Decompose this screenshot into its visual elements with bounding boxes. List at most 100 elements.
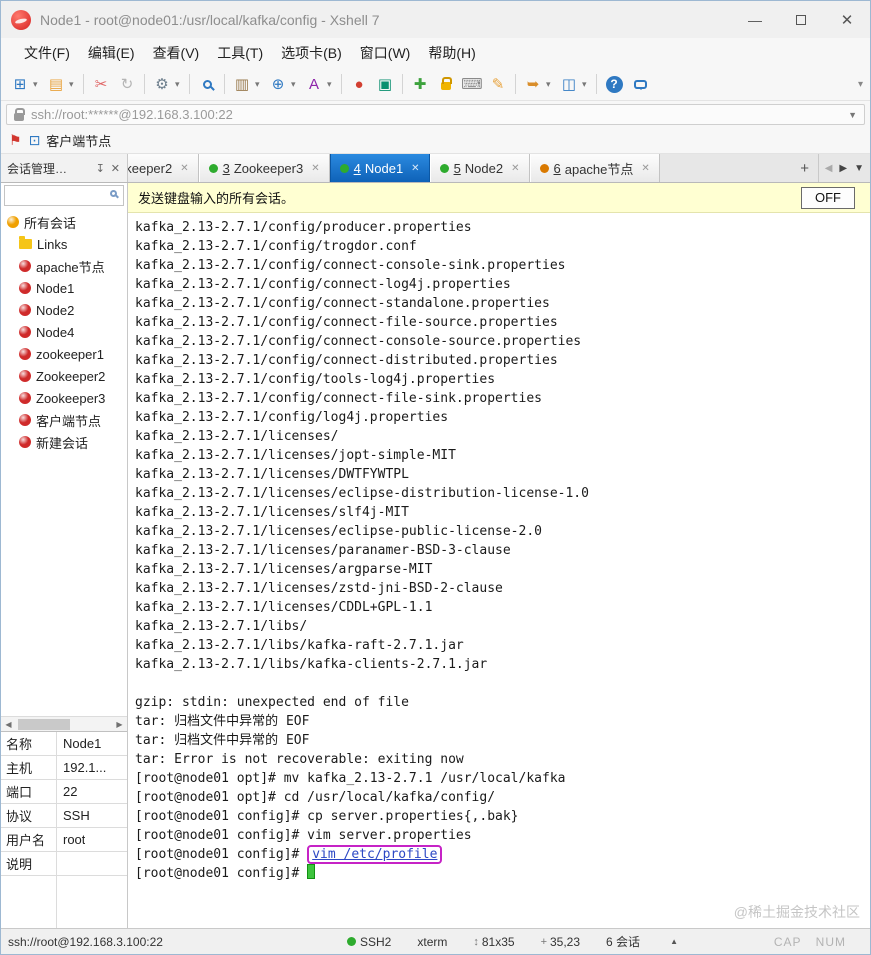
find-icon[interactable] [195, 72, 219, 96]
toolbar-overflow-icon[interactable]: ▾ [858, 79, 870, 90]
tab-apache节点[interactable]: 6 apache节点 ✕ [529, 154, 660, 182]
feedback-icon [633, 79, 647, 90]
property-row: 主机 192.1... [1, 756, 127, 780]
terminal-line: kafka_2.13-2.7.1/licenses/CDDL+GPL-1.1 [135, 600, 433, 615]
dropdown-arrow-icon[interactable]: ▾ [255, 79, 264, 90]
tab-close-icon[interactable]: ✕ [311, 163, 319, 174]
session-tree-item[interactable]: Node4 [1, 321, 127, 343]
dropdown-arrow-icon[interactable]: ▾ [291, 79, 300, 90]
menu-item[interactable]: 帮助(H) [419, 38, 484, 68]
launch-session-icon[interactable]: ⊡ [29, 132, 41, 149]
panel-close-icon[interactable]: ✕ [108, 162, 123, 175]
tab-okeeper2[interactable]: okeeper2 ✕ [128, 154, 199, 182]
disconnect-icon[interactable]: ✂ [89, 72, 113, 96]
edit-icon[interactable]: ✎ [486, 72, 510, 96]
font-icon[interactable]: A [302, 72, 326, 96]
tab-scroll-left-icon[interactable]: ◀ [825, 163, 833, 174]
scroll-left-icon[interactable]: ◀ [1, 720, 16, 729]
keyboard-icon[interactable]: ⌨ [460, 72, 484, 96]
session-tree-item[interactable]: Zookeeper2 [1, 365, 127, 387]
bookmark-item[interactable]: 客户端节点 [46, 131, 111, 150]
terminal-line: kafka_2.13-2.7.1/config/connect-log4j.pr… [135, 277, 511, 292]
horizontal-scrollbar[interactable]: ◀ ▶ [1, 716, 127, 731]
session-tree-item[interactable]: apache节点 [1, 255, 127, 277]
session-tree-item[interactable]: Node2 [1, 299, 127, 321]
open-folder-icon[interactable]: ▤ [44, 72, 68, 96]
status-terminal-type[interactable]: xterm [417, 935, 447, 949]
menu-item[interactable]: 文件(F) [15, 38, 79, 68]
maximize-button[interactable] [778, 1, 824, 38]
menu-item[interactable]: 编辑(E) [79, 38, 144, 68]
address-dropdown-icon[interactable]: ▼ [848, 110, 857, 120]
session-status-icon [539, 163, 549, 173]
broadcast-off-button[interactable]: OFF [801, 186, 855, 209]
dropdown-arrow-icon[interactable]: ▾ [546, 79, 555, 90]
session-tree-label: 新建会话 [36, 435, 89, 451]
scrollbar-thumb[interactable] [18, 718, 70, 730]
tab-close-icon[interactable]: ✕ [641, 163, 649, 174]
toolbar-separator [189, 74, 190, 94]
feedback-icon[interactable] [628, 72, 652, 96]
dropdown-arrow-icon[interactable]: ▾ [33, 79, 42, 90]
session-tree-label: 客户端节点 [36, 413, 102, 429]
tab-close-icon[interactable]: ✕ [180, 163, 188, 174]
transfer-icon[interactable]: ➥ [521, 72, 545, 96]
status-encryption[interactable]: SSH2 [360, 935, 391, 949]
tab-list-icon[interactable]: ▼ [854, 163, 864, 174]
dropdown-arrow-icon[interactable]: ▾ [327, 79, 336, 90]
tab-close-icon[interactable]: ✕ [511, 163, 519, 174]
tab-Node1[interactable]: 4 Node1 ✕ [329, 154, 430, 182]
dropdown-arrow-icon[interactable]: ▾ [175, 79, 184, 90]
search-icon[interactable] [110, 190, 117, 197]
terminal-output[interactable]: kafka_2.13-2.7.1/config/producer.propert… [128, 213, 870, 928]
terminal-line: [root@node01 opt]# cd /usr/local/kafka/c… [135, 790, 496, 805]
property-value: 22 [63, 784, 78, 799]
search-input[interactable] [4, 185, 124, 206]
tab-label: apache节点 [564, 161, 634, 177]
layout-icon[interactable]: ◫ [557, 72, 581, 96]
minimize-button[interactable]: — [732, 1, 778, 38]
dropdown-arrow-icon[interactable]: ▾ [582, 79, 591, 90]
menu-item[interactable]: 选项卡(B) [272, 38, 351, 68]
tab-Node2[interactable]: 5 Node2 ✕ [429, 154, 530, 182]
scroll-right-icon[interactable]: ▶ [112, 720, 127, 729]
session-tree-item[interactable]: 新建会话 [1, 431, 127, 453]
menu-item[interactable]: 查看(V) [144, 38, 209, 68]
reconnect-icon[interactable]: ↻ [115, 72, 139, 96]
tab-Zookeeper3[interactable]: 3 Zookeeper3 ✕ [198, 154, 330, 182]
dropdown-arrow-icon[interactable]: ▾ [69, 79, 78, 90]
tab-scroll-right-icon[interactable]: ▶ [839, 163, 847, 174]
address-bar[interactable]: ssh://root:******@192.168.3.100:22 ▼ [6, 104, 865, 125]
terminal-pane: 发送键盘输入的所有会话。 OFF kafka_2.13-2.7.1/config… [128, 183, 870, 928]
new-session-icon[interactable]: ⊞ [8, 72, 32, 96]
proxy-icon[interactable]: ⊕ [266, 72, 290, 96]
bookmark-flag-icon[interactable]: ⚑ [9, 132, 22, 149]
session-icon [19, 282, 31, 294]
menu-item[interactable]: 窗口(W) [351, 38, 420, 68]
property-row: 端口 22 [1, 780, 127, 804]
xftp-icon[interactable]: ▣ [373, 72, 397, 96]
compose-bar-icon[interactable]: ▥ [230, 72, 254, 96]
close-button[interactable]: ✕ [824, 1, 870, 38]
terminal-line: kafka_2.13-2.7.1/libs/kafka-raft-2.7.1.j… [135, 638, 464, 653]
session-properties-icon[interactable]: ⚙ [150, 72, 174, 96]
menu-item[interactable]: 工具(T) [208, 38, 272, 68]
session-list-toggle-icon[interactable]: ▲ [666, 934, 682, 950]
session-tree-label: Zookeeper2 [36, 368, 106, 384]
status-session-count[interactable]: 6 会话 [606, 933, 640, 950]
help-icon[interactable]: ? [602, 72, 626, 96]
session-tree-item[interactable]: Links [1, 233, 127, 255]
session-tree-item[interactable]: 客户端节点 [1, 409, 127, 431]
session-tree-item[interactable]: Zookeeper3 [1, 387, 127, 409]
xshell-logo-icon [11, 9, 31, 30]
xagent-icon[interactable]: ● [347, 72, 371, 96]
session-tree-label: Zookeeper3 [36, 390, 106, 406]
lock-icon[interactable] [434, 72, 458, 96]
fullscreen-icon[interactable]: ✚ [408, 72, 432, 96]
new-tab-button[interactable]: + [792, 154, 818, 182]
session-tree-item[interactable]: zookeeper1 [1, 343, 127, 365]
session-tree-item[interactable]: 所有会话 [1, 211, 127, 233]
tab-close-icon[interactable]: ✕ [411, 163, 419, 174]
session-tree-item[interactable]: Node1 [1, 277, 127, 299]
pin-icon[interactable]: ↧ [93, 162, 108, 175]
